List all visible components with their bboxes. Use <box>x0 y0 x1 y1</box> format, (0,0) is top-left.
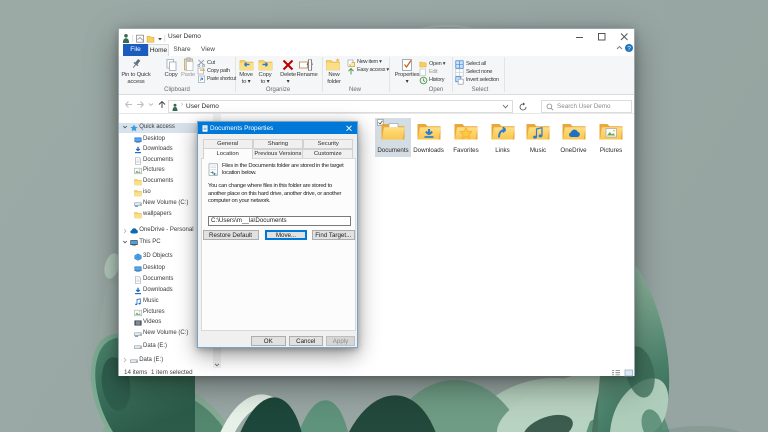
svg-text:?: ? <box>627 45 631 52</box>
